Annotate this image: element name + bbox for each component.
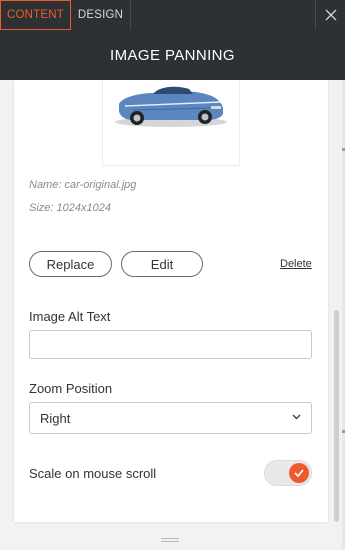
zoom-position-value: Right	[40, 410, 71, 426]
car-image	[115, 86, 227, 127]
panel-header: IMAGE PANNING	[0, 30, 345, 80]
tab-bar: CONTENT DESIGN	[0, 0, 345, 30]
panel-title: IMAGE PANNING	[110, 46, 235, 64]
scrollbar-thumb[interactable]	[334, 310, 339, 522]
image-size: Size: 1024x1024	[29, 202, 111, 214]
image-name: Name: car-original.jpg	[29, 179, 137, 191]
drag-handle-icon[interactable]	[161, 538, 179, 544]
close-icon	[325, 9, 336, 21]
tab-design[interactable]: DESIGN	[71, 0, 131, 30]
zoom-position-label: Zoom Position	[29, 381, 113, 396]
scale-on-scroll-label: Scale on mouse scroll	[29, 466, 157, 481]
edit-button[interactable]: Edit	[121, 251, 203, 277]
alt-text-label: Image Alt Text	[29, 309, 111, 324]
chevron-down-icon	[292, 414, 301, 420]
checkmark-icon	[294, 469, 304, 477]
zoom-position-select[interactable]: Right	[29, 402, 312, 434]
scale-on-scroll-toggle[interactable]	[264, 460, 312, 486]
image-thumbnail[interactable]	[102, 80, 240, 166]
close-button[interactable]	[315, 0, 345, 30]
alt-text-input[interactable]	[29, 330, 312, 359]
replace-button[interactable]: Replace	[29, 251, 112, 277]
toggle-knob	[289, 463, 309, 483]
tab-bar-spacer	[131, 0, 315, 30]
tab-content[interactable]: CONTENT	[0, 0, 71, 30]
delete-link[interactable]: Delete	[280, 258, 312, 270]
